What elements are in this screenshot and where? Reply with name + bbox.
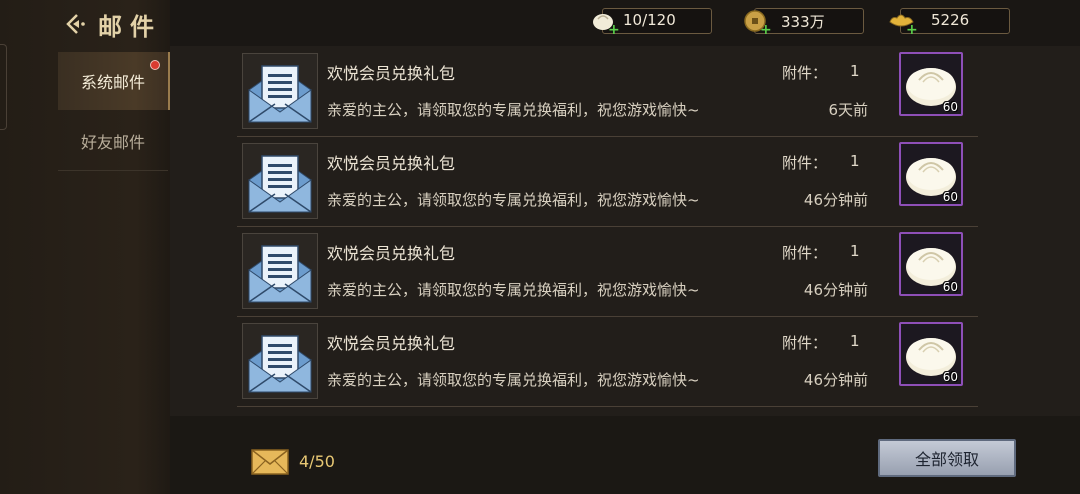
claim-all-button[interactable]: 全部领取 xyxy=(878,439,1016,477)
claim-all-label: 全部领取 xyxy=(914,450,979,469)
mail-row[interactable]: 欢悦会员兑换礼包 亲爱的主公，请领取您的专属兑换福利，祝您游戏愉快~ 附件： 1… xyxy=(237,316,978,407)
tab-label: 系统邮件 xyxy=(80,73,145,92)
mail-count: 4/50 xyxy=(299,452,335,471)
mail-preview: 亲爱的主公，请领取您的专属兑换福利，祝您游戏愉快~ xyxy=(327,191,700,209)
mail-subject: 欢悦会员兑换礼包 xyxy=(327,334,456,353)
resource-copper[interactable]: + 333万 xyxy=(744,8,864,36)
mail-row[interactable]: 欢悦会员兑换礼包 亲爱的主公，请领取您的专属兑换福利，祝您游戏愉快~ 附件： 1… xyxy=(237,46,978,137)
resource-gold[interactable]: + 5226 xyxy=(889,8,1010,36)
mail-subject: 欢悦会员兑换礼包 xyxy=(327,64,456,83)
attachment-count: 1 xyxy=(850,62,860,80)
item-quantity: 60 xyxy=(942,370,958,384)
header: 邮件 xyxy=(62,6,162,42)
bun-icon: + xyxy=(593,14,619,36)
svg-text:+: + xyxy=(760,22,771,36)
mail-envelope-icon xyxy=(251,449,289,475)
resource-bun[interactable]: + 10/120 xyxy=(593,8,712,36)
mail-row[interactable]: 欢悦会员兑换礼包 亲爱的主公，请领取您的专属兑换福利，祝您游戏愉快~ 附件： 1… xyxy=(237,136,978,227)
svg-text:+: + xyxy=(608,22,619,36)
mail-time: 6天前 xyxy=(828,101,868,119)
mail-subject: 欢悦会员兑换礼包 xyxy=(327,154,456,173)
attachment-item[interactable]: 60 xyxy=(899,142,963,206)
attachment-count: 1 xyxy=(850,242,860,260)
envelope-icon xyxy=(242,323,318,399)
page-title: 邮件 xyxy=(98,11,162,41)
mail-time: 46分钟前 xyxy=(803,191,868,209)
mail-preview: 亲爱的主公，请领取您的专属兑换福利，祝您游戏愉快~ xyxy=(327,371,700,389)
envelope-icon xyxy=(242,53,318,129)
envelope-icon xyxy=(242,233,318,309)
attachment-label: 附件： xyxy=(782,244,828,262)
attachment-label: 附件： xyxy=(782,154,828,172)
attachment-item[interactable]: 60 xyxy=(899,52,963,116)
gold-ingot-icon: + xyxy=(889,14,917,36)
back-arrow-icon[interactable] xyxy=(62,11,88,37)
attachment-count: 1 xyxy=(850,152,860,170)
envelope-icon xyxy=(242,143,318,219)
item-quantity: 60 xyxy=(942,100,958,114)
resource-value: 10/120 xyxy=(623,11,676,29)
attachment-count: 1 xyxy=(850,332,860,350)
attachment-label: 附件： xyxy=(782,64,828,82)
item-quantity: 60 xyxy=(942,190,958,204)
attachment-label: 附件： xyxy=(782,334,828,352)
attachment-item[interactable]: 60 xyxy=(899,322,963,386)
panel-edge-handle[interactable] xyxy=(0,44,7,130)
mail-time: 46分钟前 xyxy=(803,371,868,389)
svg-text:+: + xyxy=(906,22,917,36)
mail-subject: 欢悦会员兑换礼包 xyxy=(327,244,456,263)
tab-friend-mail[interactable]: 好友邮件 xyxy=(58,112,168,171)
mail-preview: 亲爱的主公，请领取您的专属兑换福利，祝您游戏愉快~ xyxy=(327,281,700,299)
copper-coin-icon: + xyxy=(744,10,771,36)
resource-value: 5226 xyxy=(931,11,970,29)
resource-value: 333万 xyxy=(781,13,825,31)
mail-row[interactable]: 欢悦会员兑换礼包 亲爱的主公，请领取您的专属兑换福利，祝您游戏愉快~ 附件： 1… xyxy=(237,226,978,317)
attachment-item[interactable]: 60 xyxy=(899,232,963,296)
tab-label: 好友邮件 xyxy=(80,133,145,152)
mail-preview: 亲爱的主公，请领取您的专属兑换福利，祝您游戏愉快~ xyxy=(327,101,700,119)
mail-time: 46分钟前 xyxy=(803,281,868,299)
notification-badge xyxy=(150,60,160,70)
item-quantity: 60 xyxy=(942,280,958,294)
tab-system-mail[interactable]: 系统邮件 xyxy=(58,52,170,110)
